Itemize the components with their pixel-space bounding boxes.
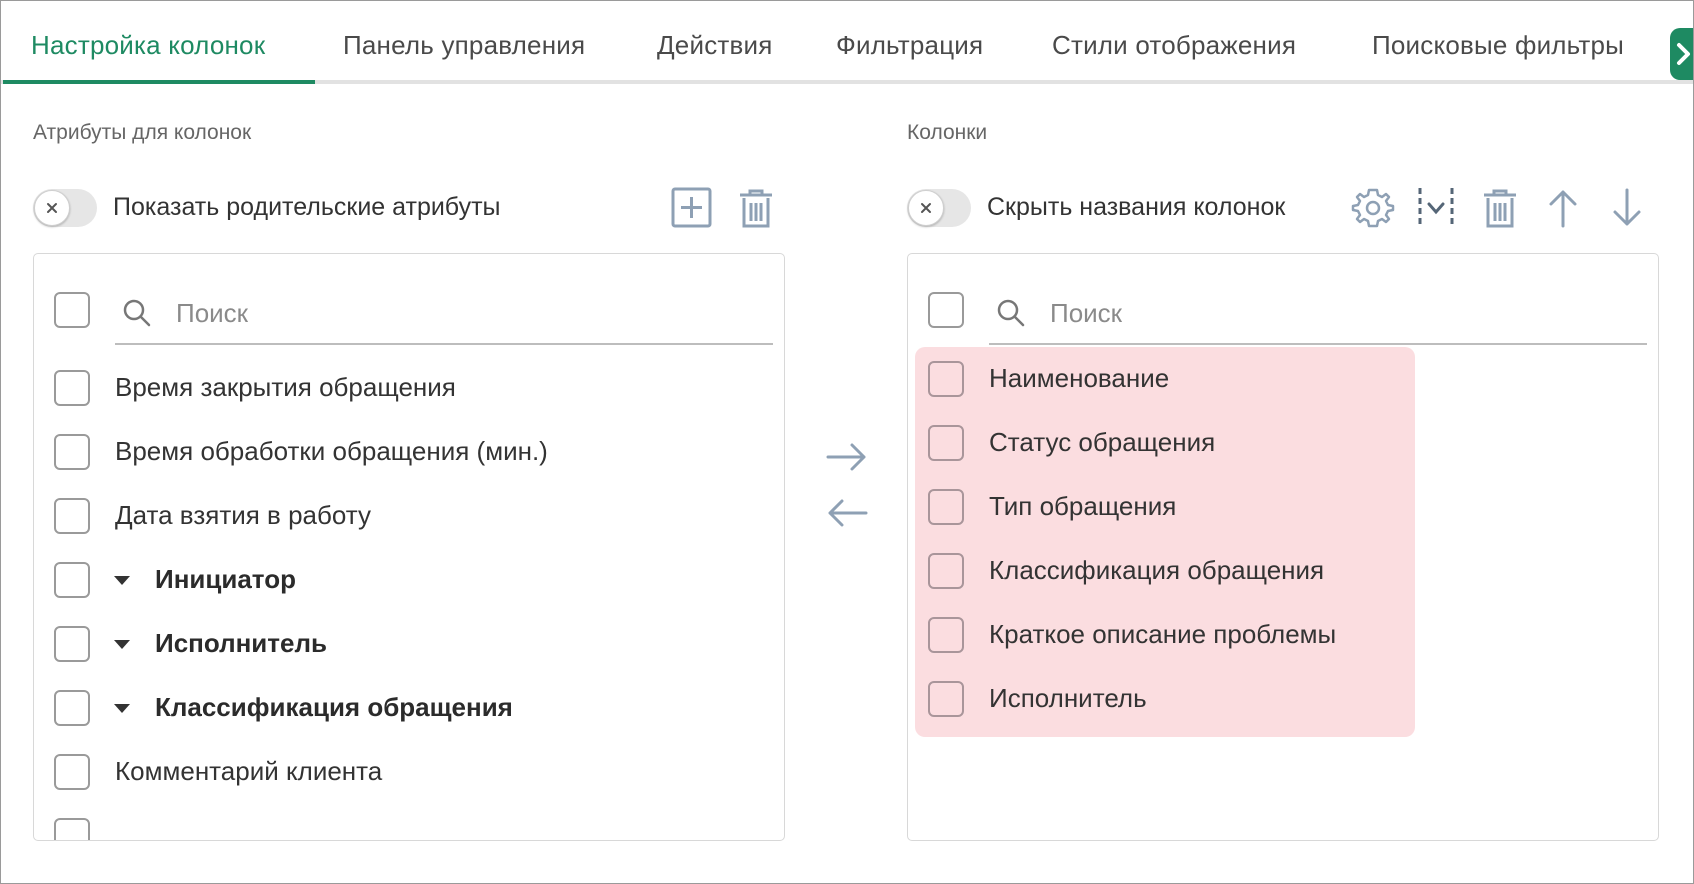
list-item[interactable]: Дата взятия в работу (34, 484, 774, 548)
tab-column-settings[interactable]: Настройка колонок (31, 1, 265, 84)
item-checkbox[interactable] (928, 617, 964, 653)
chevron-right-icon (1677, 43, 1690, 65)
item-label: Наименование (989, 363, 1170, 393)
active-tab-indicator (3, 80, 315, 84)
item-checkbox[interactable] (54, 690, 90, 726)
right-panel-title: Колонки (907, 121, 988, 144)
item-checkbox[interactable] (54, 370, 90, 406)
close-icon (47, 203, 57, 213)
item-checkbox[interactable] (54, 818, 90, 840)
list-item[interactable]: Краткое описание проблемы (915, 603, 1655, 667)
select-all-attributes-checkbox[interactable] (54, 292, 90, 328)
move-down-button[interactable] (1605, 186, 1649, 230)
toggle-knob (908, 190, 944, 226)
list-item[interactable]: Классификация обращения (34, 676, 774, 740)
arrow-right-icon (826, 443, 866, 471)
item-checkbox[interactable] (928, 553, 964, 589)
item-checkbox[interactable] (54, 434, 90, 470)
item-label: Дата взятия в работу (115, 500, 371, 530)
tab-filtering[interactable]: Фильтрация (836, 1, 983, 84)
search-icon (123, 299, 151, 327)
hide-column-names-label: Скрыть названия колонок (987, 193, 1286, 221)
item-label: Краткое описание проблемы (989, 619, 1337, 649)
list-item[interactable]: Комментарий клиента (34, 740, 774, 804)
item-checkbox[interactable] (54, 754, 90, 790)
search-icon (997, 299, 1025, 327)
arrow-up-icon (1549, 190, 1577, 228)
columns-search-row (908, 254, 1658, 354)
tab-actions[interactable]: Действия (657, 1, 773, 84)
close-icon (921, 203, 931, 213)
list-item[interactable]: Классификация обращения (915, 539, 1655, 603)
item-checkbox[interactable] (928, 681, 964, 717)
gear-icon (1351, 188, 1395, 228)
list-item[interactable]: Исполнитель (915, 667, 1655, 731)
arrow-left-icon (828, 499, 868, 527)
item-label: Инициатор (155, 564, 296, 594)
selected-columns-highlight: Наименование Статус обращения Тип обраще… (915, 347, 1415, 737)
item-checkbox[interactable] (928, 361, 964, 397)
search-underline (115, 343, 773, 345)
list-item[interactable]: Наименование (915, 347, 1655, 411)
tab-scroll-right-button[interactable] (1670, 28, 1693, 80)
item-label: Комментарий клиента (115, 756, 383, 786)
item-label: Время обработки обращения (мин.) (115, 436, 548, 466)
arrow-down-icon (1613, 188, 1641, 226)
columns-search-input[interactable] (1048, 292, 1612, 334)
item-label: Тип обращения (989, 491, 1177, 521)
attributes-list[interactable]: Время закрытия обращения Время обработки… (33, 253, 785, 841)
tab-control-panel[interactable]: Панель управления (343, 1, 585, 84)
item-label: Исполнитель (989, 683, 1147, 713)
column-select-icon (1418, 188, 1454, 228)
attributes-search-row (34, 254, 784, 354)
item-checkbox[interactable] (54, 562, 90, 598)
select-all-columns-checkbox[interactable] (928, 292, 964, 328)
list-item[interactable]: Статус обращения (915, 411, 1655, 475)
hide-column-names-toggle[interactable] (907, 189, 971, 227)
item-label: Классификация обращения (155, 692, 513, 722)
move-up-button[interactable] (1541, 186, 1585, 230)
list-item-partial[interactable] (34, 804, 774, 840)
item-checkbox[interactable] (928, 489, 964, 525)
column-settings-window: Настройка колонок Панель управления Дейс… (0, 0, 1694, 884)
tab-display-styles[interactable]: Стили отображения (1052, 1, 1296, 84)
trash-icon (1484, 189, 1516, 228)
add-attribute-button[interactable] (670, 186, 714, 230)
search-underline (989, 343, 1647, 345)
caret-down-icon[interactable] (114, 640, 130, 649)
item-label: Исполнитель (155, 628, 327, 658)
list-item[interactable]: Время закрытия обращения (34, 356, 774, 420)
column-settings-button[interactable] (1351, 186, 1395, 230)
left-panel-title: Атрибуты для колонок (33, 121, 252, 144)
item-label: Время закрытия обращения (115, 372, 456, 402)
caret-down-icon[interactable] (114, 576, 130, 585)
move-left-button[interactable] (822, 493, 872, 533)
trash-icon (740, 189, 772, 228)
delete-attribute-button[interactable] (734, 186, 778, 230)
item-label: Статус обращения (989, 427, 1216, 457)
item-checkbox[interactable] (54, 626, 90, 662)
toggle-knob (34, 190, 70, 226)
list-item[interactable]: Исполнитель (34, 612, 774, 676)
caret-down-icon[interactable] (114, 704, 130, 713)
delete-column-button[interactable] (1478, 186, 1522, 230)
show-parent-attributes-toggle[interactable] (33, 189, 97, 227)
item-checkbox[interactable] (928, 425, 964, 461)
move-right-button[interactable] (822, 437, 872, 477)
show-parent-attributes-label: Показать родительские атрибуты (113, 193, 501, 221)
tab-search-filters[interactable]: Поисковые фильтры (1372, 1, 1624, 84)
attributes-search-input[interactable] (174, 292, 738, 334)
column-select-button[interactable] (1414, 186, 1458, 230)
tab-bar: Настройка колонок Панель управления Дейс… (1, 1, 1693, 84)
columns-list[interactable]: Наименование Статус обращения Тип обраще… (907, 253, 1659, 841)
list-item[interactable]: Инициатор (34, 548, 774, 612)
item-checkbox[interactable] (54, 498, 90, 534)
list-item[interactable]: Тип обращения (915, 475, 1655, 539)
list-item[interactable]: Время обработки обращения (мин.) (34, 420, 774, 484)
item-label: Классификация обращения (989, 555, 1325, 585)
add-square-icon (671, 187, 712, 228)
